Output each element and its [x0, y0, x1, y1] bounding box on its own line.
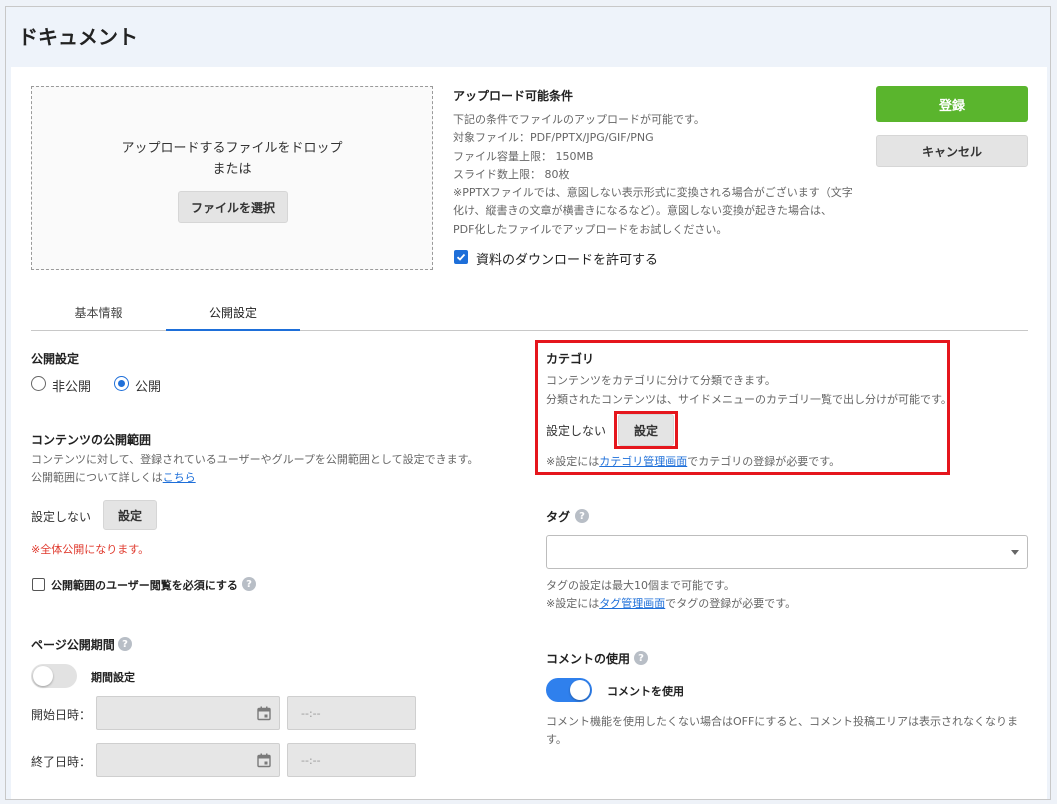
end-label: 終了日時：	[31, 755, 92, 769]
calendar-icon	[257, 706, 271, 721]
calendar-icon	[257, 753, 271, 768]
scope-desc: コンテンツに対して、登録されているユーザーやグループを公開範囲として設定できます…	[31, 453, 479, 466]
end-date-input	[96, 743, 280, 777]
condition-line: 下記の条件でファイルのアップロードが可能です。	[453, 113, 705, 126]
comment-desc-2: す。	[546, 733, 567, 746]
condition-line: 化け、縦書きの文章が横書きになるなど）。意図しない変換が起きた場合は、	[453, 204, 832, 218]
file-dropzone[interactable]: アップロードするファイルをドロップ または ファイルを選択	[31, 86, 433, 270]
tag-admin-link[interactable]: タグ管理画面	[599, 597, 665, 610]
tag-title: タグ	[546, 510, 571, 524]
scope-more: 公開範囲について詳しくはこちら	[31, 469, 196, 487]
help-icon[interactable]: ?	[634, 651, 648, 665]
toggle-knob	[33, 666, 53, 686]
tab-publish-settings[interactable]: 公開設定	[166, 304, 300, 321]
start-label: 開始日時：	[31, 708, 92, 722]
select-file-button[interactable]: ファイルを選択	[178, 191, 288, 223]
tag-note-2: ※設定にはタグ管理画面でタグの登録が必要です。	[546, 595, 796, 613]
help-icon[interactable]: ?	[575, 509, 589, 523]
radio-public-label[interactable]: 公開	[135, 376, 161, 395]
scope-more-link[interactable]: こちら	[163, 471, 196, 484]
comment-title: コメントの使用	[546, 652, 631, 666]
toggle-knob	[570, 680, 590, 700]
require-view-checkbox[interactable]	[32, 578, 45, 591]
start-time-input: --:--	[287, 696, 416, 730]
condition-line: ※PPTXファイルでは、意図しない表示形式に変換される場合がございます（文字	[453, 186, 853, 200]
page-title: ドキュメント	[18, 25, 138, 49]
allow-download-label[interactable]: 資料のダウンロードを許可する	[476, 249, 658, 268]
scope-title: コンテンツの公開範囲	[31, 433, 152, 447]
dropzone-or-text: または	[212, 162, 252, 177]
condition-line: ファイル容量上限： 150MB	[453, 149, 594, 163]
tag-note-suffix: でタグの登録が必要です。	[665, 597, 797, 610]
require-view-label[interactable]: 公開範囲のユーザー閲覧を必須にする	[51, 577, 238, 593]
register-button[interactable]: 登録	[876, 86, 1028, 122]
scope-more-prefix: 公開範囲について詳しくは	[31, 471, 163, 484]
help-icon[interactable]: ?	[118, 637, 132, 651]
tab-active-indicator	[166, 329, 300, 331]
tab-basic-info[interactable]: 基本情報	[31, 304, 166, 321]
radio-private[interactable]	[31, 376, 46, 391]
scope-set-button[interactable]: 設定	[103, 500, 157, 530]
chevron-down-icon	[1011, 550, 1019, 555]
cancel-button[interactable]: キャンセル	[876, 135, 1028, 167]
comment-toggle-label: コメントを使用	[607, 685, 684, 698]
help-icon[interactable]: ?	[242, 577, 256, 591]
tag-select[interactable]	[546, 535, 1028, 569]
period-toggle[interactable]	[31, 664, 77, 688]
allow-download-checkbox[interactable]	[454, 250, 468, 264]
condition-line: PDF化したファイルでアップロードをお試しください。	[453, 222, 728, 236]
radio-private-label[interactable]: 非公開	[52, 376, 91, 395]
condition-line: スライド数上限： 80枚	[453, 167, 570, 181]
dropzone-text: アップロードするファイルをドロップ	[121, 141, 343, 156]
scope-status: 設定しない	[31, 510, 92, 524]
comment-toggle[interactable]	[546, 678, 592, 702]
period-toggle-label: 期間設定	[91, 671, 135, 684]
conditions-title: アップロード可能条件	[453, 89, 574, 103]
tag-note-1: タグの設定は最大10個まで可能です。	[546, 579, 735, 592]
publish-title: 公開設定	[31, 352, 80, 366]
tag-note-prefix: ※設定には	[546, 597, 600, 610]
end-time-input: --:--	[287, 743, 416, 777]
check-icon	[456, 253, 466, 261]
highlight-button-box	[614, 411, 678, 449]
start-date-input	[96, 696, 280, 730]
period-title: ページ公開期間	[31, 638, 115, 652]
conditions-list: 下記の条件でファイルのアップロードが可能です。 対象ファイル：PDF/PPTX/…	[453, 111, 863, 239]
comment-desc-1: コメント機能を使用したくない場合はOFFにすると、コメント投稿エリアは表示されな…	[546, 715, 1018, 728]
highlight-box	[535, 340, 950, 475]
condition-line: 対象ファイル：PDF/PPTX/JPG/GIF/PNG	[453, 131, 654, 145]
scope-warning: ※全体公開になります。	[31, 543, 150, 556]
radio-public[interactable]	[114, 376, 129, 391]
